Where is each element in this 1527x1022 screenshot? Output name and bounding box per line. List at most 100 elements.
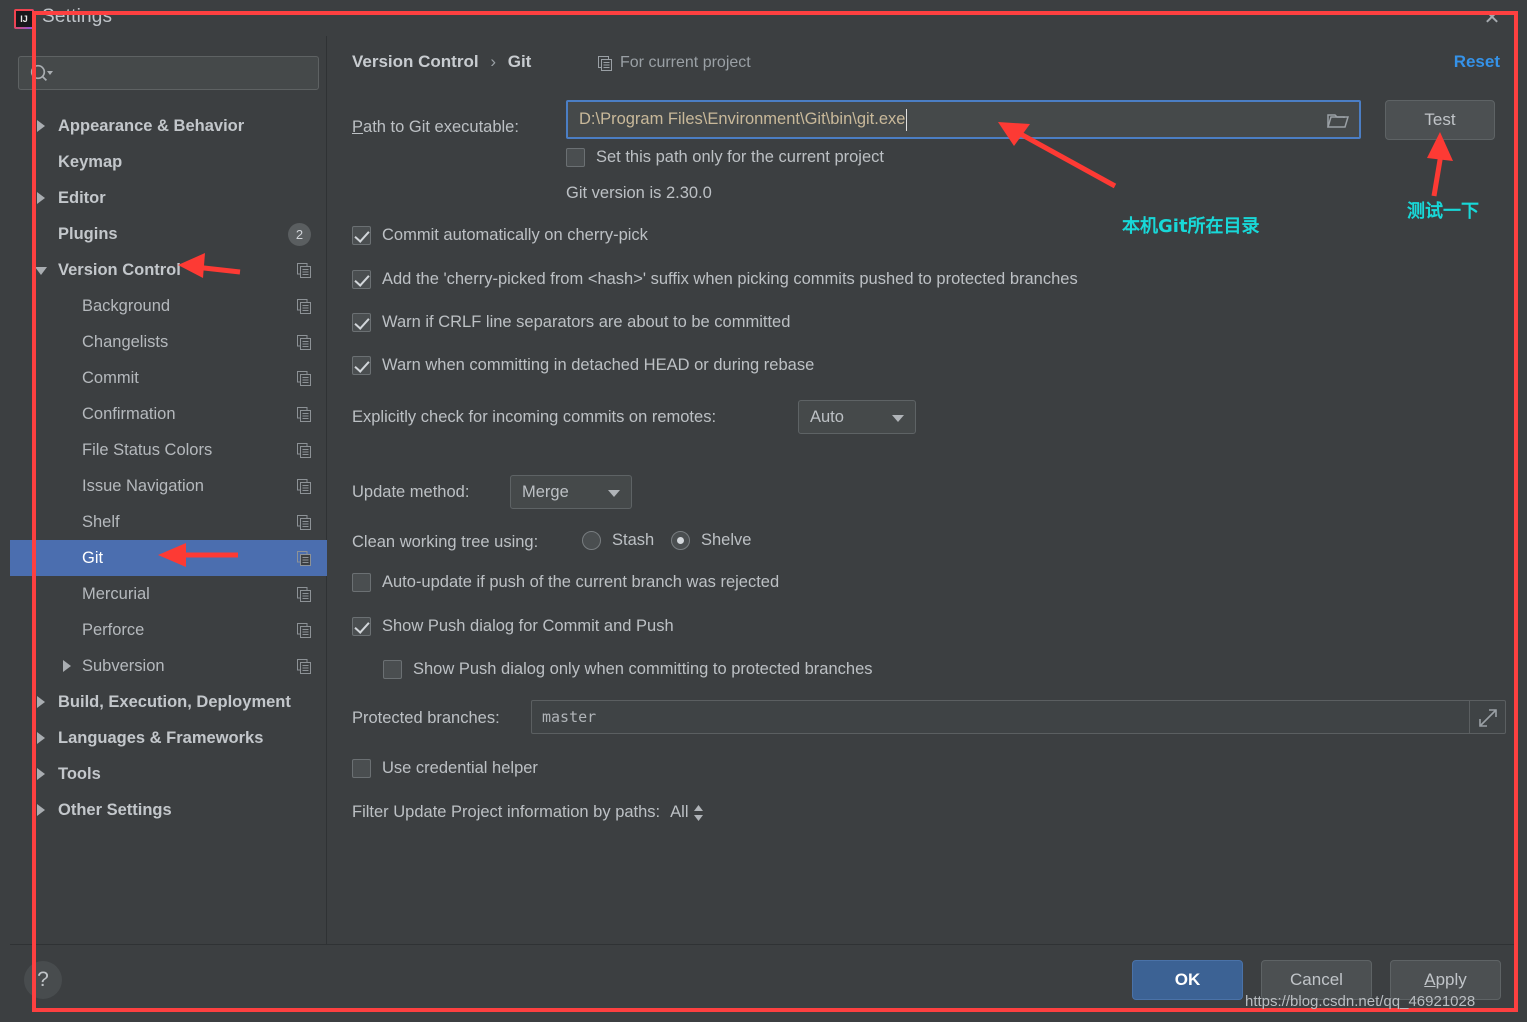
sidebar-item-mercurial[interactable]: Mercurial	[10, 576, 327, 612]
auto-update-push-checkbox[interactable]	[352, 573, 371, 592]
sidebar-item-commit[interactable]: Commit	[10, 360, 327, 396]
sidebar-item-label: Appearance & Behavior	[58, 116, 245, 135]
path-label-mnemonic: P	[352, 118, 364, 136]
credential-helper-row[interactable]: Use credential helper	[352, 759, 538, 778]
breadcrumb-separator: ›	[490, 52, 496, 71]
folder-browse-icon[interactable]	[1327, 112, 1349, 129]
warn-crlf-label: Warn if CRLF line separators are about t…	[382, 313, 791, 331]
sidebar-item-label: Changelists	[82, 332, 169, 351]
show-push-dialog-checkbox[interactable]	[352, 617, 371, 636]
sidebar-item-plugins[interactable]: Plugins 2	[10, 216, 327, 252]
credential-helper-label: Use credential helper	[382, 759, 538, 777]
warn-detached-head-row[interactable]: Warn when committing in detached HEAD or…	[352, 356, 814, 375]
filter-update-project-label: Filter Update Project information by pat…	[352, 803, 661, 821]
sidebar-item-tools[interactable]: Tools	[10, 756, 327, 792]
commit-auto-cherrypick-label: Commit automatically on cherry-pick	[382, 226, 648, 244]
sidebar-item-git[interactable]: Git	[10, 540, 327, 576]
text-caret	[906, 109, 907, 131]
auto-update-push-row[interactable]: Auto-update if push of the current branc…	[352, 573, 779, 592]
reset-link[interactable]: Reset	[1454, 52, 1500, 72]
set-path-only-row[interactable]: Set this path only for the current proje…	[566, 148, 884, 167]
clean-tree-shelve-row[interactable]: Shelve	[671, 531, 751, 550]
protected-branches-value: master	[542, 708, 597, 726]
warn-crlf-row[interactable]: Warn if CRLF line separators are about t…	[352, 313, 790, 332]
copy-scope-icon	[598, 55, 612, 71]
sidebar-item-label: Plugins	[58, 224, 118, 243]
breadcrumb: Version Control › Git	[352, 52, 531, 72]
show-push-protected-row[interactable]: Show Push dialog only when committing to…	[383, 660, 873, 679]
sidebar-item-label: Background	[82, 296, 171, 315]
credential-helper-checkbox[interactable]	[352, 759, 371, 778]
sidebar-item-appearance-behavior[interactable]: Appearance & Behavior	[10, 108, 327, 144]
chevron-right-icon[interactable]	[34, 695, 48, 709]
sidebar-item-editor[interactable]: Editor	[10, 180, 327, 216]
sidebar-item-keymap[interactable]: Keymap	[10, 144, 327, 180]
add-cherrypicked-suffix-checkbox[interactable]	[352, 270, 371, 289]
add-cherrypicked-suffix-row[interactable]: Add the 'cherry-picked from <hash>' suff…	[352, 270, 1078, 289]
chevron-right-icon[interactable]	[60, 659, 74, 673]
show-push-protected-checkbox[interactable]	[383, 660, 402, 679]
sidebar-item-file-status-colors[interactable]: File Status Colors	[10, 432, 327, 468]
copy-scope-icon	[297, 658, 312, 674]
filter-paths-stepper[interactable]: All	[670, 803, 703, 822]
ok-button[interactable]: OK	[1132, 960, 1243, 1000]
clean-tree-stash-label: Stash	[612, 531, 655, 549]
apply-mnemonic: A	[1424, 970, 1436, 989]
commit-auto-cherrypick-checkbox[interactable]	[352, 226, 371, 245]
watermark: https://blog.csdn.net/qq_46921028	[1245, 993, 1476, 1010]
sidebar-item-version-control[interactable]: Version Control	[10, 252, 327, 288]
sidebar-item-subversion[interactable]: Subversion	[10, 648, 327, 684]
copy-scope-icon	[297, 622, 312, 638]
search-input[interactable]	[18, 56, 319, 90]
scope-tag: For current project	[598, 54, 751, 72]
copy-scope-icon	[297, 514, 312, 530]
copy-scope-icon	[297, 550, 312, 566]
sidebar-item-label: Confirmation	[82, 404, 176, 423]
clean-tree-stash-radio[interactable]	[582, 531, 601, 550]
sidebar-item-other-settings[interactable]: Other Settings	[10, 792, 327, 828]
protected-branches-label: Protected branches:	[352, 709, 500, 727]
chevron-right-icon[interactable]	[34, 119, 48, 133]
chevron-right-icon[interactable]	[34, 767, 48, 781]
sidebar-item-background[interactable]: Background	[10, 288, 327, 324]
copy-scope-icon	[297, 478, 312, 494]
clean-tree-shelve-radio[interactable]	[671, 531, 690, 550]
help-question-icon[interactable]: ?	[24, 961, 62, 999]
sidebar-item-changelists[interactable]: Changelists	[10, 324, 327, 360]
test-button[interactable]: Test	[1385, 100, 1495, 140]
protected-branches-input[interactable]: master	[531, 700, 1506, 734]
incoming-commits-select[interactable]: Auto	[798, 400, 916, 434]
warn-detached-head-label: Warn when committing in detached HEAD or…	[382, 356, 815, 374]
chevron-down-icon	[892, 415, 904, 422]
sidebar-item-confirmation[interactable]: Confirmation	[10, 396, 327, 432]
sidebar-item-languages-frameworks[interactable]: Languages & Frameworks	[10, 720, 327, 756]
apply-rest: pply	[1435, 970, 1467, 989]
chevron-right-icon[interactable]	[34, 731, 48, 745]
expand-diagonal-icon[interactable]	[1469, 701, 1505, 733]
chevron-right-icon[interactable]	[34, 803, 48, 817]
update-method-select[interactable]: Merge	[510, 475, 632, 509]
warn-detached-head-checkbox[interactable]	[352, 356, 371, 375]
plugins-count-badge: 2	[288, 222, 311, 246]
set-path-only-checkbox[interactable]	[566, 148, 585, 167]
show-push-dialog-row[interactable]: Show Push dialog for Commit and Push	[352, 617, 674, 636]
copy-scope-icon	[297, 586, 312, 602]
chevron-down-icon[interactable]	[34, 263, 48, 277]
path-label-rest: ath to Git executable:	[363, 118, 519, 136]
settings-dialog: Settings ✕ Appearance & Behavior Keymap Ed…	[0, 0, 1527, 1022]
sidebar-item-shelf[interactable]: Shelf	[10, 504, 327, 540]
clean-working-tree-label: Clean working tree using:	[352, 533, 539, 551]
commit-auto-cherrypick-row[interactable]: Commit automatically on cherry-pick	[352, 226, 648, 245]
sidebar-item-label: Subversion	[82, 656, 165, 675]
warn-crlf-checkbox[interactable]	[352, 313, 371, 332]
chevron-right-icon[interactable]	[34, 191, 48, 205]
clean-tree-stash-row[interactable]: Stash	[582, 531, 654, 550]
sidebar-item-perforce[interactable]: Perforce	[10, 612, 327, 648]
close-icon[interactable]: ✕	[1479, 6, 1505, 30]
sidebar-item-issue-navigation[interactable]: Issue Navigation	[10, 468, 327, 504]
sidebar-item-build-execution-deployment[interactable]: Build, Execution, Deployment	[10, 684, 327, 720]
sidebar-item-label: Issue Navigation	[82, 476, 204, 495]
breadcrumb-root[interactable]: Version Control	[352, 52, 479, 71]
git-executable-path-input[interactable]: D:\Program Files\Environment\Git\bin\git…	[566, 100, 1361, 139]
sidebar-item-label: Build, Execution, Deployment	[58, 692, 291, 711]
